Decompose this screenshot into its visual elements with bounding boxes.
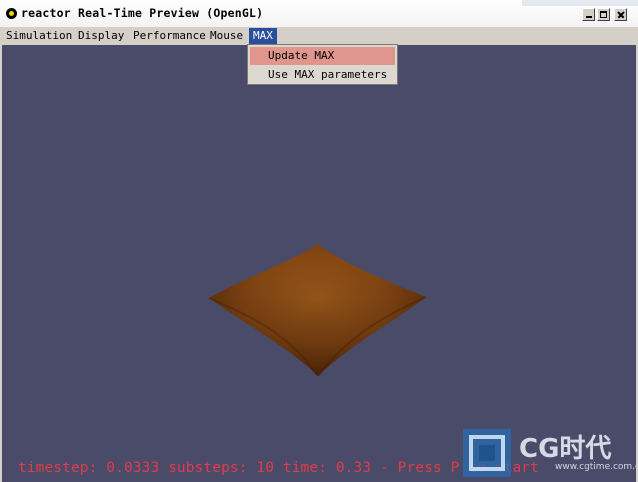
menu-performance[interactable]: Performance: [131, 28, 208, 44]
menu-max[interactable]: MAX: [249, 28, 277, 44]
minimize-button[interactable]: [582, 8, 595, 21]
app-icon[interactable]: [6, 8, 17, 19]
update-max-item[interactable]: Update MAX: [250, 47, 395, 65]
menu-mouse[interactable]: Mouse: [208, 28, 245, 44]
max-dropdown-menu: Update MAX Use MAX parameters: [247, 44, 398, 85]
close-button[interactable]: [614, 8, 627, 21]
reactor-preview-window: reactor Real-Time Preview (OpenGL) Simul…: [0, 0, 638, 482]
title-bar[interactable]: reactor Real-Time Preview (OpenGL): [0, 0, 638, 28]
update-max-label: Update MAX: [268, 49, 335, 62]
pillow-shading: [209, 244, 426, 376]
titlebar-edge: [522, 0, 638, 6]
use-max-parameters-item[interactable]: Use MAX parameters: [250, 66, 395, 84]
menu-display[interactable]: Display: [76, 28, 126, 44]
maximize-button[interactable]: [597, 8, 610, 21]
watermark-text: CG时代: [519, 434, 611, 464]
use-max-parameters-label: Use MAX parameters: [268, 68, 388, 81]
cgtime-watermark-logo: CG时代: [463, 429, 611, 477]
cloth-pillow-object: [208, 244, 427, 377]
menu-bar: Simulation Display Performance Mouse MAX: [0, 27, 638, 45]
watermark-url: www.cgtime.com.cn: [555, 462, 638, 472]
menu-simulation[interactable]: Simulation: [4, 28, 74, 44]
window-title: reactor Real-Time Preview (OpenGL): [21, 6, 264, 20]
opengl-viewport[interactable]: [2, 45, 636, 482]
